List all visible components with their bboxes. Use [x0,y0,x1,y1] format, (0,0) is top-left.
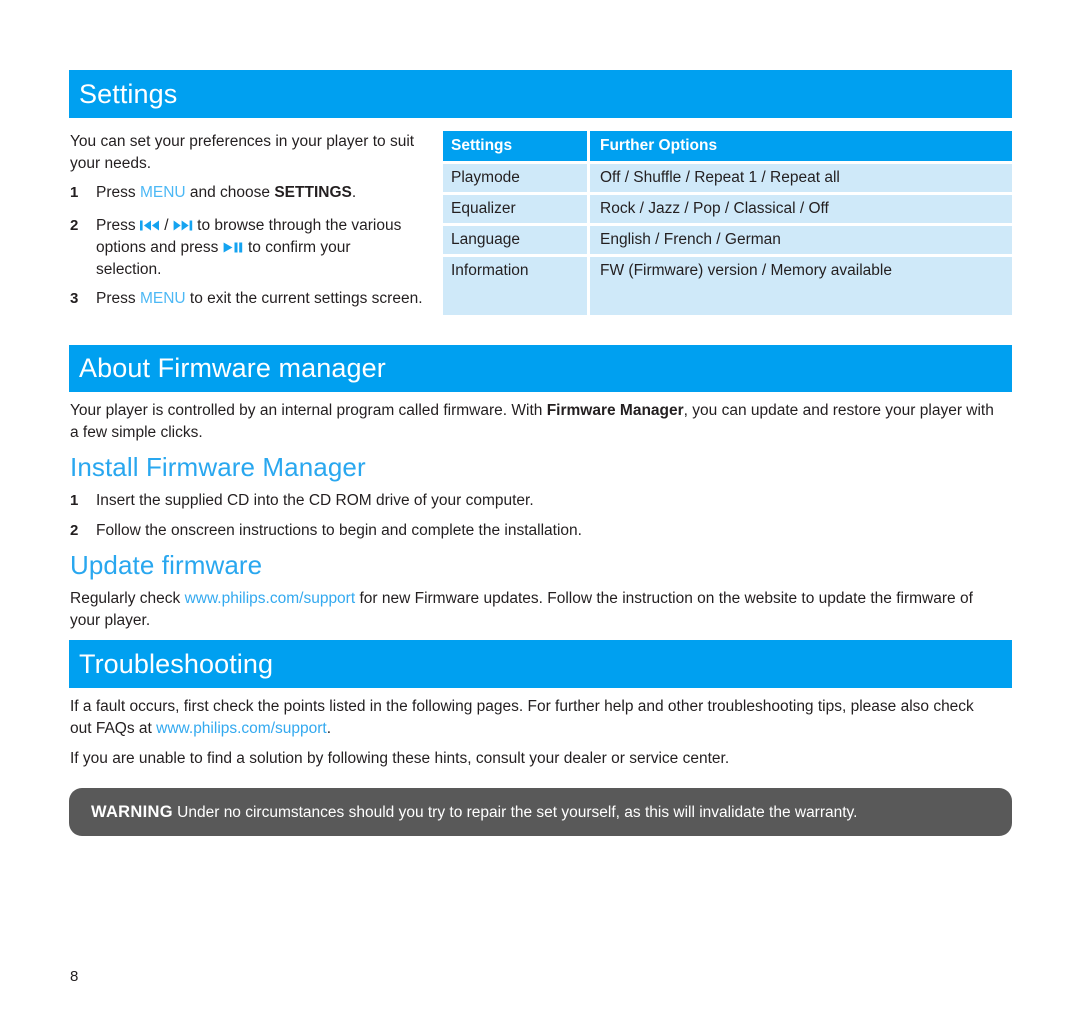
update-pre: Regularly check [70,590,185,607]
settings-step-2: 2 Press / to browse through the various … [70,215,420,281]
step-number: 2 [70,522,79,539]
warning-body: Under no circumstances should you try to… [172,803,858,821]
manual-page: Settings You can set your preferences in… [0,0,1080,1036]
subheading-install-firmware-manager: Install Firmware Manager [70,452,366,482]
table-cell-options: Rock / Jazz / Pop / Classical / Off [590,195,1012,223]
table-cell-setting: Language [443,226,587,254]
table-cell-setting: Information [443,257,587,285]
step-number: 2 [70,217,79,234]
table-row: Playmode Off / Shuffle / Repeat 1 / Repe… [443,164,1012,192]
settings-step-3: 3 Press MENU to exit the current setting… [70,288,440,310]
update-firmware-paragraph: Regularly check www.philips.com/support … [70,588,995,632]
table-filler-left [443,285,587,315]
section-banner-settings: Settings [69,70,1012,118]
step2-pre: Press [96,217,140,234]
menu-keyword: MENU [139,184,186,201]
step-text: Follow the onscreen instructions to begi… [96,522,582,539]
settings-options-table: Settings Further Options Playmode Off / … [443,131,1012,315]
table-cell-options: Off / Shuffle / Repeat 1 / Repeat all [590,164,1012,192]
step-number: 1 [70,184,79,201]
table-cell-setting: Playmode [443,164,587,192]
step-number: 1 [70,492,79,509]
table-filler-right [590,285,1012,315]
step1-mid: and choose [185,184,275,201]
section-banner-troubleshooting: Troubleshooting [69,640,1012,688]
section-banner-firmware: About Firmware manager [69,345,1012,392]
table-filler-row [443,285,1012,315]
banner-title-troubleshooting: Troubleshooting [79,648,274,679]
table-cell-setting: Equalizer [443,195,587,223]
trouble-para1-post: . [326,720,332,737]
step-text: Press / to browse through the various op… [96,215,420,281]
page-number: 8 [70,968,79,985]
firmware-intro-pre: Your player is controlled by an internal… [70,402,547,419]
troubleshooting-paragraph-2: If you are unable to find a solution by … [70,750,730,767]
table-row: Equalizer Rock / Jazz / Pop / Classical … [443,195,1012,223]
table-header-further-options: Further Options [590,131,1012,161]
step3-post: to exit the current settings screen. [185,290,423,307]
menu-keyword: MENU [139,290,186,307]
banner-title-settings: Settings [79,78,178,109]
troubleshooting-paragraph-1: If a fault occurs, first check the point… [70,696,995,740]
table-row: Language English / French / German [443,226,1012,254]
table-header-row: Settings Further Options [443,131,1012,161]
table-header-settings: Settings [443,131,587,161]
table-cell-options: English / French / German [590,226,1012,254]
step-number: 3 [70,290,79,307]
step2-sep: / [159,217,173,234]
install-step-2: 2 Follow the onscreen instructions to be… [70,520,970,542]
settings-keyword: SETTINGS [274,184,352,201]
step-text: Press MENU and choose SETTINGS. [96,182,440,204]
step-text: Insert the supplied CD into the CD ROM d… [96,492,534,509]
settings-step-1: 1 Press MENU and choose SETTINGS. [70,182,440,204]
next-track-icon [173,220,193,231]
step3-pre: Press [96,290,140,307]
warning-label: WARNING [91,802,173,821]
philips-support-link[interactable]: www.philips.com/support [156,720,327,737]
philips-support-link[interactable]: www.philips.com/support [185,590,356,607]
step1-post: . [351,184,357,201]
step-text: Press MENU to exit the current settings … [96,288,440,310]
firmware-intro-paragraph: Your player is controlled by an internal… [70,400,995,444]
previous-track-icon [139,220,160,231]
table-row: Information FW (Firmware) version / Memo… [443,257,1012,285]
table-cell-options: FW (Firmware) version / Memory available [590,257,1012,285]
settings-intro-paragraph: You can set your preferences in your pla… [70,133,415,172]
install-step-1: 1 Insert the supplied CD into the CD ROM… [70,490,970,512]
warning-box: WARNING Under no circumstances should yo… [69,788,1012,836]
subheading-update-firmware: Update firmware [70,550,263,580]
banner-title-firmware: About Firmware manager [79,353,386,383]
firmware-manager-keyword: Firmware Manager [546,402,684,419]
step1-pre: Press [96,184,140,201]
play-pause-icon [223,242,244,253]
warning-text: WARNING Under no circumstances should yo… [91,803,857,822]
